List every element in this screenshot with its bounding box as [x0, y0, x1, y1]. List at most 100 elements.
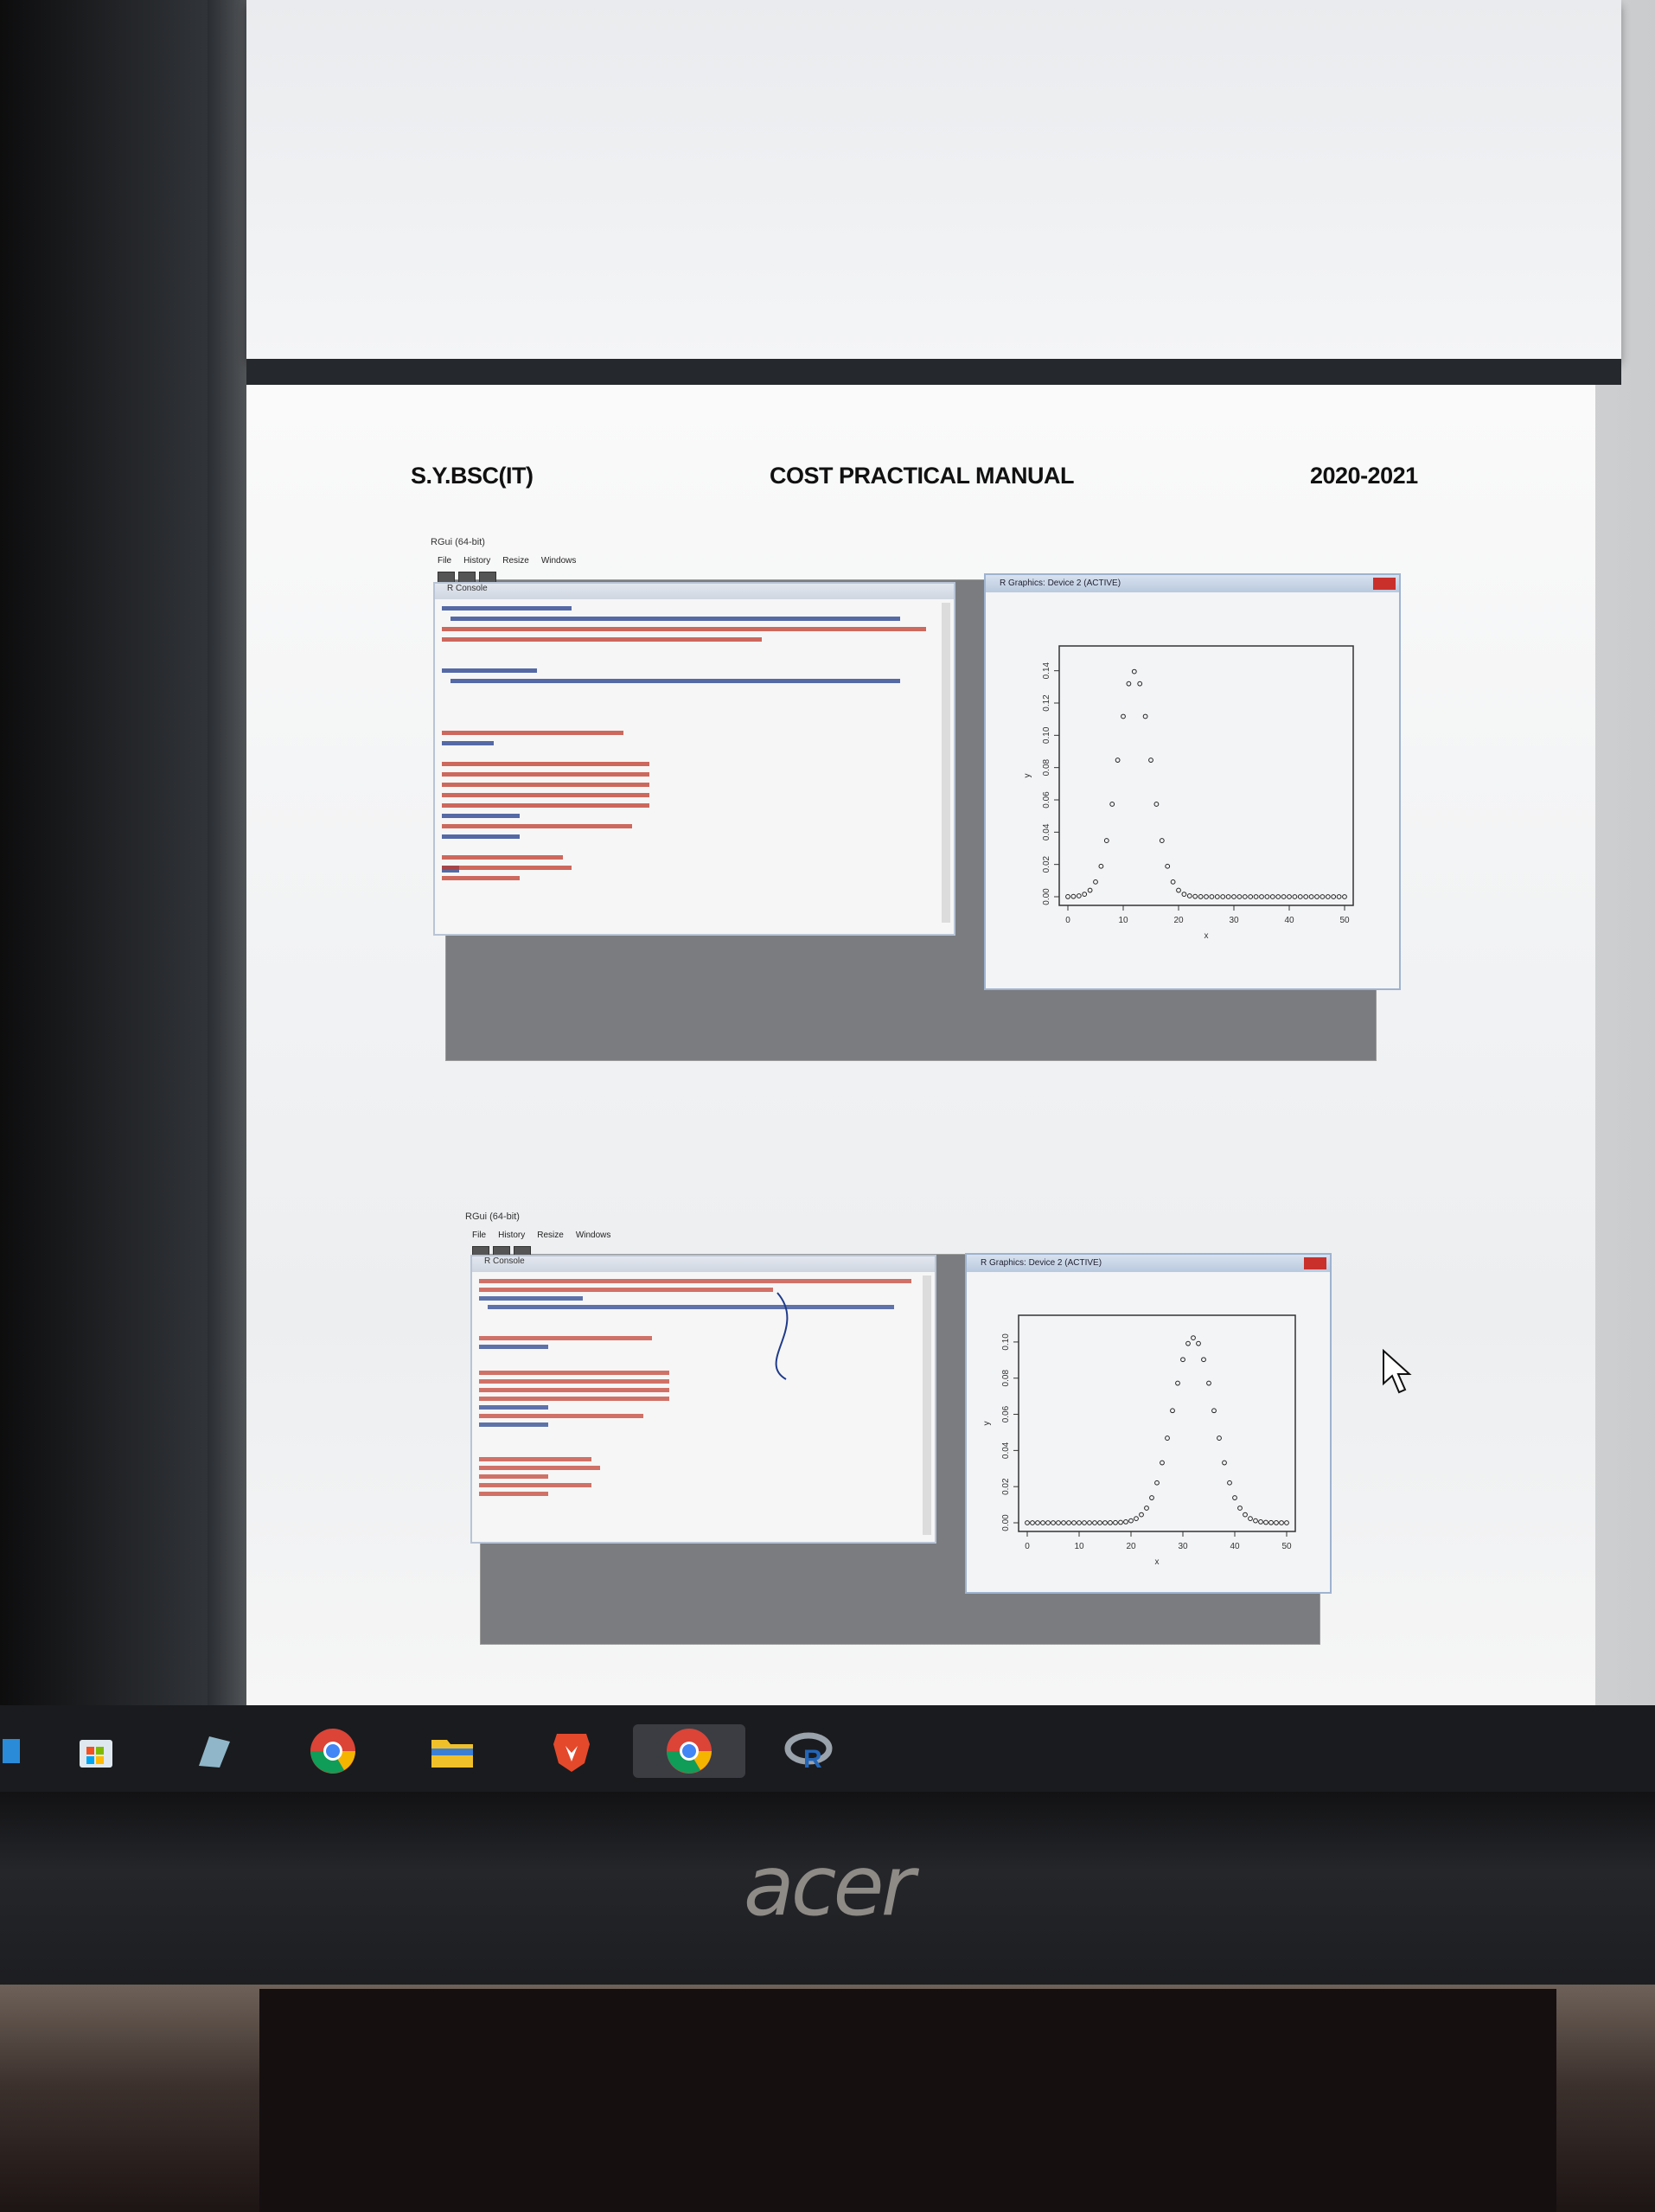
data-point	[1098, 863, 1104, 869]
data-point	[1154, 1480, 1160, 1486]
data-point	[1149, 1495, 1154, 1500]
menu-file[interactable]: File	[438, 556, 451, 570]
data-point	[1192, 893, 1198, 899]
data-point	[1113, 1519, 1118, 1525]
menu-history[interactable]: History	[498, 1231, 525, 1244]
x-tick-label: 20	[1126, 1542, 1136, 1551]
data-point	[1253, 1518, 1258, 1524]
data-point	[1331, 894, 1337, 899]
data-point	[1284, 1520, 1289, 1525]
data-point	[1070, 893, 1077, 899]
console-scrollbar[interactable]	[923, 1275, 931, 1535]
menu-windows[interactable]: Windows	[576, 1231, 611, 1244]
data-point	[1148, 758, 1153, 763]
taskbar-item[interactable]	[424, 1724, 481, 1778]
mouse-pointer-icon	[1383, 1349, 1412, 1394]
data-point	[1056, 1520, 1061, 1525]
data-point	[1153, 802, 1160, 807]
graphics-title: R Graphics: Device 2 (ACTIVE)	[986, 575, 1399, 592]
svg-text:R: R	[803, 1745, 822, 1773]
taskbar-item[interactable]	[67, 1724, 125, 1778]
r-console-window[interactable]: R Console	[433, 582, 955, 936]
data-point	[1342, 894, 1347, 899]
y-axis-label: y	[1023, 774, 1032, 778]
data-point	[1269, 894, 1275, 899]
data-point	[1214, 894, 1220, 899]
data-point	[1314, 894, 1320, 899]
data-point	[1217, 1435, 1222, 1441]
taskbar: R	[0, 1705, 1655, 1792]
data-point	[1185, 1340, 1191, 1346]
taskbar-item[interactable]: R	[782, 1724, 839, 1778]
data-point	[1303, 894, 1309, 899]
data-point	[1237, 1506, 1243, 1511]
menu-file[interactable]: File	[472, 1231, 486, 1244]
taskbar-item[interactable]	[304, 1724, 361, 1778]
taskbar-item-active[interactable]	[633, 1724, 745, 1778]
r-graphics-window[interactable]: R Graphics: Device 2 (ACTIVE) 0 10 20 30 40 5…	[984, 573, 1401, 990]
taskbar-item[interactable]	[543, 1724, 600, 1778]
menu-resize[interactable]: Resize	[502, 556, 529, 570]
data-point	[1097, 1520, 1102, 1525]
data-point	[1051, 1520, 1056, 1525]
close-icon[interactable]	[1304, 1257, 1326, 1269]
folder-icon	[431, 1740, 473, 1768]
y-axis-label: y	[982, 1422, 992, 1426]
document-page: S.Y.BSC(IT) COST PRACTICAL MANUAL 2020-2…	[246, 385, 1595, 1708]
data-point	[1248, 1516, 1253, 1522]
menu-resize[interactable]: Resize	[537, 1231, 564, 1244]
data-point	[1128, 1518, 1134, 1524]
x-tick-label: 40	[1284, 916, 1294, 925]
x-axis-label: x	[1205, 931, 1209, 941]
data-point	[1076, 893, 1082, 898]
data-point	[1191, 1335, 1196, 1340]
r-console-window[interactable]: R Console	[470, 1255, 936, 1544]
data-point	[1108, 1520, 1113, 1525]
rgui-menubar: File History Resize Windows	[438, 556, 576, 570]
data-point	[1243, 1512, 1248, 1518]
data-point	[1186, 893, 1192, 898]
data-point	[1066, 1520, 1071, 1525]
data-point	[1176, 887, 1181, 893]
header-year: 2020-2021	[1310, 463, 1418, 489]
data-point	[1165, 1435, 1170, 1441]
data-point	[1225, 894, 1231, 899]
menu-windows[interactable]: Windows	[541, 556, 577, 570]
data-point	[1065, 894, 1070, 899]
y-tick-label: 0.14	[1042, 662, 1051, 679]
data-point	[1268, 1519, 1274, 1525]
r-graphics-window[interactable]: R Graphics: Device 2 (ACTIVE) 0 10 20 30 40 5…	[965, 1253, 1332, 1594]
y-tick-label: 0.02	[1001, 1478, 1011, 1495]
data-point	[1142, 713, 1148, 719]
taskbar-item[interactable]	[0, 1724, 31, 1778]
data-point	[1175, 1380, 1180, 1386]
r-icon: R	[784, 1732, 833, 1773]
rgui-title: RGui (64-bit)	[465, 1211, 520, 1222]
y-tick-label: 0.08	[1001, 1370, 1011, 1387]
data-point	[1087, 887, 1093, 893]
taskbar-item[interactable]	[185, 1724, 242, 1778]
data-point	[1035, 1520, 1040, 1525]
data-point	[1264, 894, 1270, 899]
data-point	[1123, 1519, 1128, 1525]
data-point	[1258, 1519, 1263, 1525]
x-tick-label: 30	[1178, 1542, 1188, 1551]
menu-history[interactable]: History	[463, 556, 490, 570]
header-title: COST PRACTICAL MANUAL	[770, 463, 1074, 489]
y-tick-label: 0.00	[1001, 1514, 1011, 1531]
data-point	[1232, 1495, 1237, 1500]
y-tick-label: 0.00	[1042, 888, 1051, 905]
console-scrollbar[interactable]	[942, 603, 950, 923]
data-point	[1281, 894, 1287, 899]
data-point	[1134, 1516, 1139, 1522]
data-point	[1077, 1520, 1082, 1525]
data-point	[1196, 1340, 1201, 1346]
data-point	[1227, 1480, 1232, 1486]
close-icon[interactable]	[1373, 578, 1396, 590]
data-point	[1180, 1357, 1185, 1363]
data-point	[1131, 668, 1137, 674]
brave-icon	[553, 1734, 590, 1772]
rgui-screenshot-1: RGui (64-bit) File History Resize Window…	[431, 537, 1401, 1061]
data-point	[1292, 894, 1298, 899]
data-point	[1126, 681, 1132, 687]
